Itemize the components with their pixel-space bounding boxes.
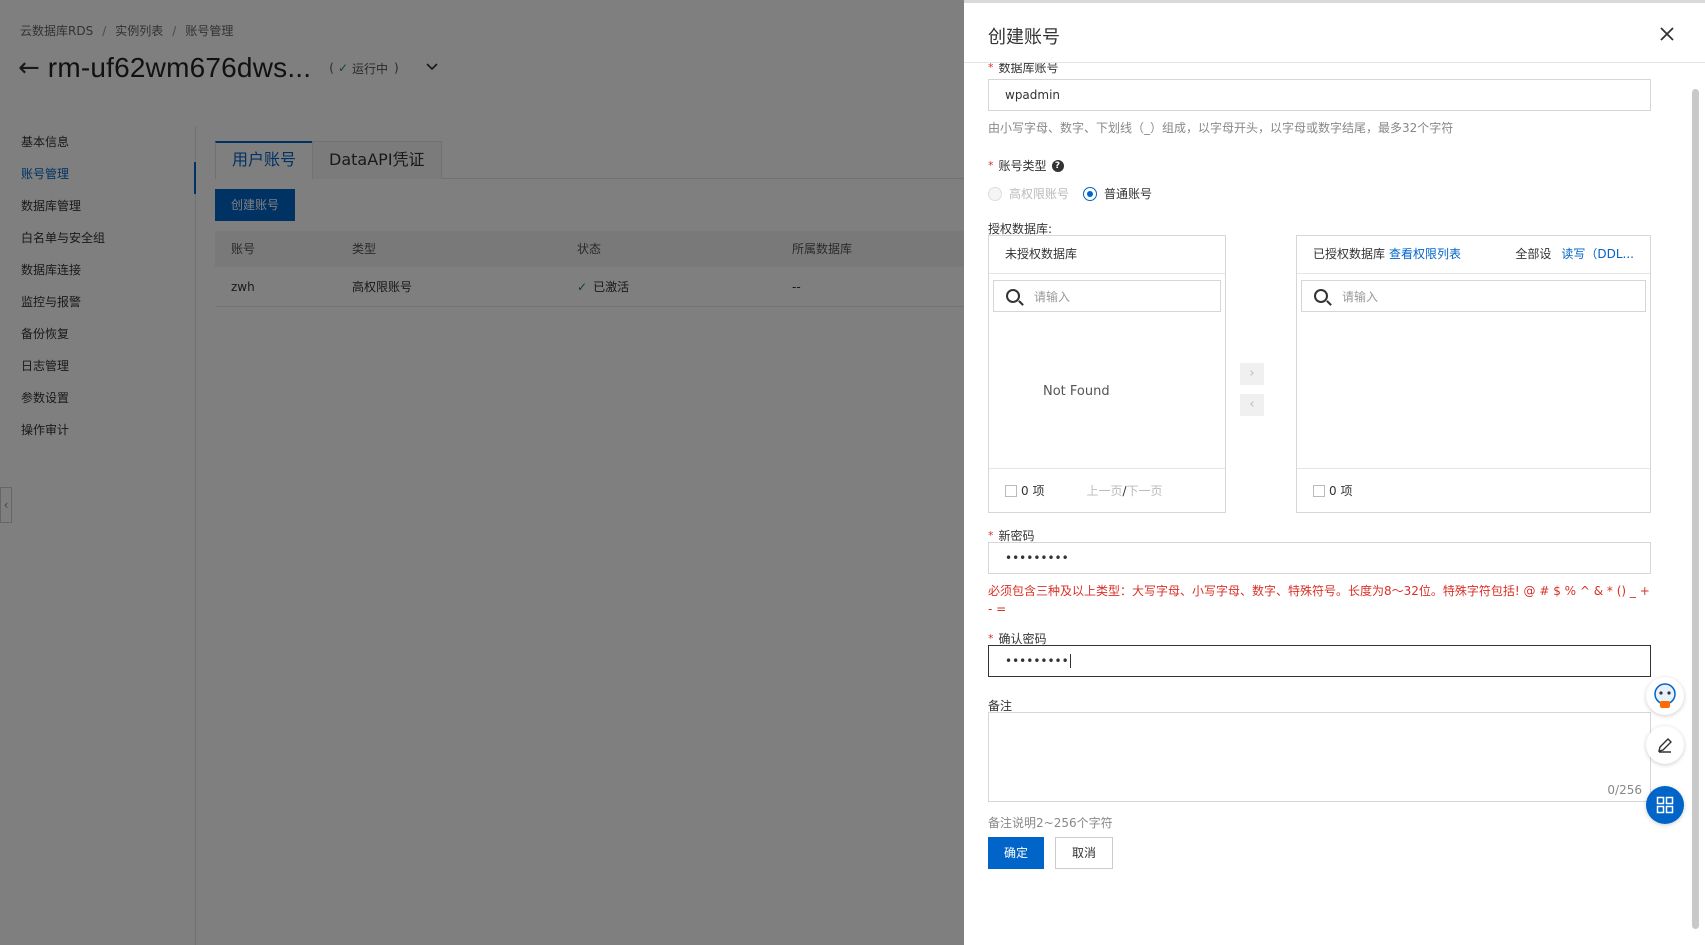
apps-grid-icon[interactable] <box>1646 786 1684 824</box>
select-all-checkbox[interactable] <box>1313 484 1325 497</box>
drawer-header: 创建账号 <box>964 3 1705 63</box>
drawer-scrollbar[interactable] <box>1692 63 1699 945</box>
readwrite-dropdown[interactable]: 读写（DDL... <box>1561 236 1634 273</box>
password-error: 必须包含三种及以上类型：大写字母、小写字母、数字、特殊符号。长度为8～32位。特… <box>988 584 1650 616</box>
unauthorized-db-panel: 未授权数据库 请输入 Not Found 0 项 上一页/下一页 <box>988 235 1226 513</box>
authorized-db-panel: 已授权数据库 查看权限列表 全部设 读写（DDL... 请输入 0 项 <box>1296 235 1651 513</box>
authorized-db-search[interactable]: 请输入 <box>1301 280 1646 312</box>
drawer-title: 创建账号 <box>988 27 1060 48</box>
empty-state: Not Found <box>1043 384 1110 399</box>
new-password-input[interactable]: ••••••••• <box>988 542 1651 574</box>
account-type-radios: 高权限账号 普通账号 <box>988 185 1166 202</box>
search-icon <box>1006 289 1020 303</box>
authorized-db-header: 已授权数据库 查看权限列表 全部设 读写（DDL... <box>1297 236 1650 274</box>
next-page-link[interactable]: 下一页 <box>1127 484 1163 498</box>
unauthorized-db-search[interactable]: 请输入 <box>993 280 1221 312</box>
select-all-checkbox[interactable] <box>1005 484 1017 497</box>
ok-button[interactable]: 确定 <box>988 837 1045 869</box>
radio-super-account[interactable]: 高权限账号 <box>988 185 1069 202</box>
remark-counter: 0/256 <box>1607 783 1642 797</box>
db-account-label: * 数据库账号 <box>988 63 1059 75</box>
account-type-label: * 账号类型 ? <box>988 157 1064 174</box>
text-cursor <box>1069 654 1071 668</box>
create-account-drawer: 创建账号 * 数据库账号 wpadmin 由小写字母、数字、下划线（_）组成，以字… <box>964 0 1705 945</box>
close-icon[interactable] <box>1659 25 1675 47</box>
drawer-body: * 数据库账号 wpadmin 由小写字母、数字、下划线（_）组成，以字母开头，以… <box>988 63 1651 945</box>
search-icon <box>1314 289 1328 303</box>
confirm-password-input[interactable]: ••••••••• <box>988 645 1651 677</box>
db-account-hint: 由小写字母、数字、下划线（_）组成，以字母开头，以字母或数字结尾，最多32个字符 <box>988 121 1454 135</box>
cancel-button[interactable]: 取消 <box>1055 837 1114 869</box>
help-icon[interactable]: ? <box>1051 159 1064 172</box>
unauthorized-db-title: 未授权数据库 <box>989 236 1225 274</box>
scroll-thumb[interactable] <box>1692 89 1699 929</box>
authorized-db-footer: 0 项 <box>1297 468 1650 512</box>
edit-icon[interactable] <box>1646 726 1684 764</box>
radio-normal-account[interactable]: 普通账号 <box>1083 185 1152 202</box>
assistant-robot-icon[interactable] <box>1646 677 1684 715</box>
remark-textarea[interactable]: 0/256 <box>988 712 1651 802</box>
move-right-button[interactable]: › <box>1240 363 1264 385</box>
unauthorized-db-footer: 0 项 上一页/下一页 <box>989 468 1225 512</box>
view-permission-link[interactable]: 查看权限列表 <box>1389 236 1461 273</box>
pager: 上一页/下一页 <box>1086 484 1163 498</box>
db-account-input[interactable]: wpadmin <box>988 79 1651 111</box>
prev-page-link[interactable]: 上一页 <box>1086 484 1122 498</box>
remark-hint: 备注说明2~256个字符 <box>988 816 1113 830</box>
move-left-button[interactable]: ‹ <box>1240 394 1264 416</box>
